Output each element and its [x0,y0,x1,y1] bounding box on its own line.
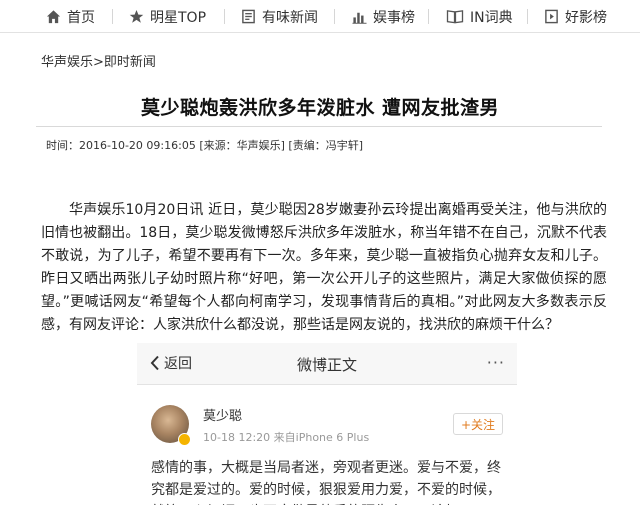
nav-film-label: 好影榜 [565,9,607,26]
nav-rank-label: 娱事榜 [373,9,415,26]
weibo-screenshot: 返回 微博正文 ··· 莫少聪 10-18 12:20 来自iPhone 6 P… [137,343,517,505]
follow-button: +关注 [453,413,503,435]
star-icon [129,9,144,23]
nav-film[interactable]: 好影榜 [544,0,607,33]
news-icon [242,9,255,24]
weibo-post: 莫少聪 10-18 12:20 来自iPhone 6 Plus +关注 感情的事… [137,385,517,505]
nav-star-top[interactable]: 明星TOP [129,0,206,33]
nav-divider [428,9,429,24]
weibo-user-name: 莫少聪 [203,409,243,424]
top-nav: 首页 明星TOP 有味新闻 娱事榜 IN词典 好影榜 [0,0,640,33]
bar-chart-icon [352,12,367,24]
title-divider [36,126,602,127]
breadcrumb-section[interactable]: 华声娱乐 [41,55,93,70]
nav-divider [334,9,335,24]
nav-star-top-label: 明星TOP [150,9,207,26]
breadcrumb-subsection[interactable]: 即时新闻 [104,55,156,70]
nav-news[interactable]: 有味新闻 [241,0,318,33]
nav-home-label: 首页 [67,9,95,26]
article-paragraph: 华声娱乐10月20日讯 近日，莫少聪因28岁嫩妻孙云玲提出离婚再受关注，他与洪欣… [41,202,607,333]
verified-badge-icon [178,433,191,446]
nav-divider [112,9,113,24]
more-icon: ··· [486,353,505,372]
weibo-post-text: 感情的事，大概是当局者迷，旁观者更迷。爱与不爱，终究都是爱过的。爱的时候，狠狠爱… [151,460,501,505]
book-icon [446,10,464,24]
nav-dictionary[interactable]: IN词典 [446,0,513,33]
weibo-time-source: 10-18 12:20 来自iPhone 6 Plus [203,431,370,444]
article-meta: 时间：2016-10-20 09:16:05 [来源：华声娱乐] [责编：冯宇轩… [46,139,363,152]
film-icon [545,9,558,24]
breadcrumb-separator: > [93,55,104,70]
weibo-title: 微博正文 [296,356,357,374]
article-title: 莫少聪炮轰洪欣多年泼脏水 遭网友批渣男 [140,97,500,119]
home-icon [46,10,61,24]
nav-divider [224,9,225,24]
nav-rank[interactable]: 娱事榜 [352,0,415,33]
nav-divider [527,9,528,24]
nav-home[interactable]: 首页 [46,0,95,33]
nav-dictionary-label: IN词典 [470,9,513,26]
nav-news-label: 有味新闻 [262,9,318,26]
weibo-header: 返回 微博正文 ··· [137,343,517,385]
breadcrumb: 华声娱乐>即时新闻 [41,51,156,70]
